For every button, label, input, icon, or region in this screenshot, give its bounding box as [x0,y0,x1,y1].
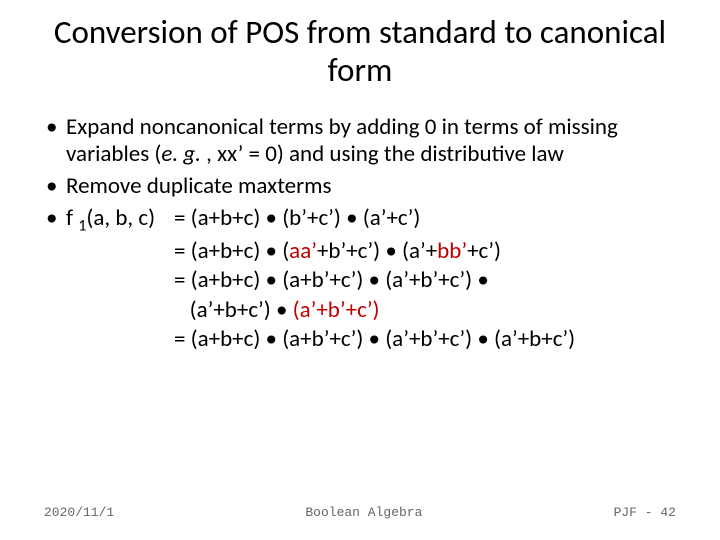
equation-row: = (a+b+c) • (a+b’+c’) • (a’+b’+c’) • [66,267,676,295]
footer-page: PJF - 42 [614,505,676,520]
equation: = (a+b+c) • (b’+c’) • (a’+c’) [174,204,420,232]
bullet-item: Expand noncanonical terms by adding 0 in… [44,114,676,169]
bullet-item: f 1(a, b, c)= (a+b+c) • (b’+c’) • (a’+c’… [44,205,676,354]
equation-row: = (a+b+c) • (a+b’+c’) • (a’+b’+c’) • (a’… [66,326,676,354]
text: , xx’ = 0) and using the distributive la… [201,140,564,168]
footer-title: Boolean Algebra [114,505,613,520]
slide: Conversion of POS from standard to canon… [0,0,720,540]
text-highlight: aa’ [289,237,317,265]
bullet-list: Expand noncanonical terms by adding 0 in… [44,114,676,354]
text: f [66,204,78,232]
equation-label: f 1(a, b, c) [66,205,174,236]
text-highlight: (a’+b’+c’) [293,296,380,324]
text: +b’+c’) • (a’+ [317,237,437,265]
equation-row: (a’+b+c’) • (a’+b’+c’) [66,297,676,325]
text: (a’+b+c’) • [174,296,293,324]
text: +c’) [467,237,501,265]
equation-row: f 1(a, b, c)= (a+b+c) • (b’+c’) • (a’+c’… [66,205,676,236]
slide-footer: 2020/11/1 Boolean Algebra PJF - 42 [0,505,720,520]
text: = (a+b+c) • ( [174,237,289,265]
equation: = (a+b+c) • (a+b’+c’) • (a’+b’+c’) • [174,266,489,294]
text: (a, b, c) [86,204,155,232]
bullet-item: Remove duplicate maxterms [44,173,676,201]
equation: = (a+b+c) • (a+b’+c’) • (a’+b’+c’) • (a’… [174,325,575,353]
text-ital: e. g. [161,140,201,168]
slide-body: Expand noncanonical terms by adding 0 in… [0,90,720,354]
text-highlight: bb’ [437,237,467,265]
equation-row: = (a+b+c) • (aa’+b’+c’) • (a’+bb’+c’) [66,238,676,266]
slide-title: Conversion of POS from standard to canon… [0,0,720,90]
footer-date: 2020/11/1 [44,505,114,520]
